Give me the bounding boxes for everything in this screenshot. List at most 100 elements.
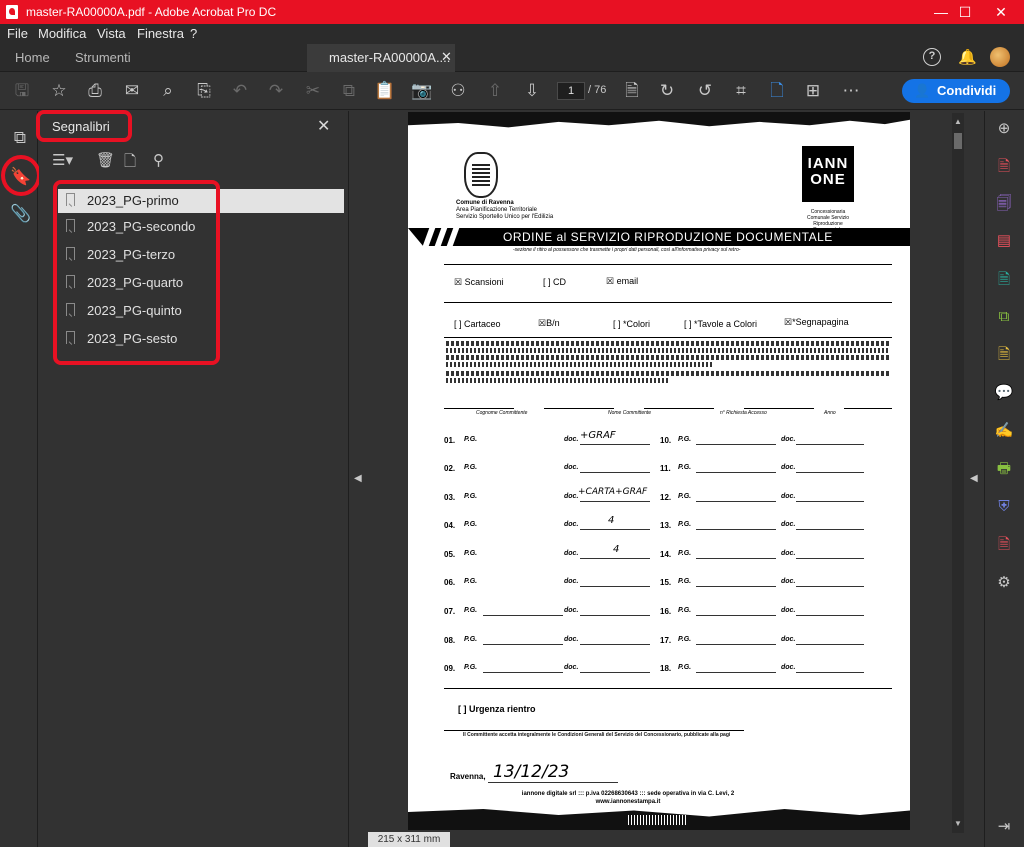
collapse-right-panel-icon[interactable]: ◀ (970, 473, 978, 484)
export-pdf-icon[interactable]: 🗐 (994, 194, 1014, 214)
acrobat-app-icon (6, 5, 18, 19)
tools-settings-icon[interactable]: ⚙ (994, 573, 1014, 593)
city-crest-logo (464, 152, 498, 198)
pdf-page: Comune di Ravenna Area Pianificazione Te… (408, 112, 910, 830)
ravenna-label: Ravenna, (450, 772, 486, 781)
urgent-return-option: [ ] Urgenza rientro (458, 704, 536, 714)
save-icon[interactable]: 🖫 (11, 80, 33, 102)
create-pdf-icon[interactable]: 🗎 (994, 157, 1014, 177)
page-up-icon[interactable]: ⇧ (484, 80, 506, 102)
print-icon[interactable]: ⎙ (84, 80, 106, 102)
redo-icon[interactable]: ↷ (265, 80, 287, 102)
camera-icon[interactable]: 📷 (411, 80, 433, 102)
scroll-thumb[interactable] (954, 133, 962, 149)
tab-document-label: master-RA00000A.... (329, 50, 451, 65)
edit-pdf-icon[interactable]: 🗎 (994, 270, 1014, 290)
col-anno: Anno (824, 410, 836, 416)
collapse-left-panel-icon[interactable]: ◀ (354, 473, 362, 484)
acrobat-pdf-icon[interactable]: 🗎 (994, 535, 1014, 555)
bookmark-options-icon[interactable]: ☰▾ (52, 151, 73, 169)
menu-help[interactable]: ? (190, 26, 197, 41)
notification-bell-icon[interactable]: 🔔 (958, 48, 977, 66)
tab-bar: Home Strumenti master-RA00000A.... ✕ ? 🔔 (0, 44, 1024, 72)
print-production-icon[interactable]: 🖶 (994, 459, 1014, 479)
highlight-box-bookmark-list (53, 180, 220, 365)
combine-files-icon[interactable]: ⧉ (994, 307, 1014, 327)
fine-print (446, 341, 890, 383)
expand-rail-icon[interactable]: ⇥ (994, 817, 1014, 837)
option-segnapagina: ☒*Segnapagina (784, 317, 849, 327)
rotate-ccw-icon[interactable]: ↺ (694, 80, 716, 102)
menu-file[interactable]: File (7, 26, 28, 41)
protect-icon[interactable]: ⛨ (994, 497, 1014, 517)
crop-icon[interactable]: ⌗ (730, 80, 752, 102)
grid-view-icon[interactable]: ⊞ (802, 80, 824, 102)
highlight-circle-bookmark-icon (1, 155, 41, 196)
city-header: Comune di Ravenna Area Pianificazione Te… (456, 200, 554, 220)
option-colori: [ ] *Colori (613, 319, 651, 329)
rotate-cw-icon[interactable]: ↻ (656, 80, 678, 102)
menu-vista[interactable]: Vista (97, 26, 126, 41)
cut-icon[interactable]: ✂ (302, 80, 324, 102)
close-tab-icon[interactable]: ✕ (441, 49, 452, 65)
close-panel-icon[interactable]: ✕ (317, 116, 330, 136)
avatar[interactable] (990, 47, 1010, 67)
page-total: / 76 (588, 84, 607, 96)
tab-home[interactable]: Home (15, 50, 50, 65)
page-view-icon[interactable]: 🗋 (766, 80, 788, 102)
clipboard-icon[interactable]: 📋 (374, 80, 396, 102)
close-window-button[interactable]: ✕ (978, 0, 1024, 24)
scan-torn-edge (408, 112, 910, 128)
scroll-down-icon[interactable]: ▼ (954, 819, 962, 828)
delete-bookmark-icon[interactable]: 🗑 (96, 151, 115, 169)
right-tools-rail (984, 111, 1024, 847)
toolbar: 🖫 ☆ ⎙ ✉ ⌕ ⎘ ↶ ↷ ✂ ⧉ 📋 📷 ⚇ ⇧ ⇩ 🗎 ↻ ↺ ⌗ 🗋 … (0, 72, 1024, 110)
menu-bar: File Modifica Vista Finestra ? (0, 24, 1024, 44)
help-icon[interactable]: ? (923, 48, 941, 66)
option-scan: ☒ Scansioni (454, 277, 504, 287)
bookmark-from-structure-icon[interactable]: ⚲ (153, 151, 164, 169)
attachments-icon[interactable]: 📎 (10, 204, 31, 224)
undo-icon[interactable]: ↶ (229, 80, 251, 102)
option-bn: ☒B/n (538, 318, 560, 328)
page-dimensions: 215 x 311 mm (368, 832, 450, 847)
window-title: master-RA00000A.pdf - Adobe Acrobat Pro … (26, 5, 277, 19)
zoom-search-icon[interactable]: ⌕ (157, 80, 179, 102)
binoculars-icon[interactable]: ⚇ (447, 80, 469, 102)
option-tavole: [ ] *Tavole a Colori (684, 319, 758, 329)
scroll-up-icon[interactable]: ▲ (954, 117, 962, 126)
col-cognome: Cognome Committente (476, 410, 528, 416)
handwritten-date: 13/12/23 (493, 762, 570, 782)
col-nome: Nome Committente (608, 410, 652, 416)
more-icon[interactable]: ⋯ (840, 80, 862, 102)
document-subtitle: -sezione il ritiro al possessore che tra… (513, 247, 741, 253)
protect-document-icon[interactable]: ⎘ (193, 80, 215, 102)
add-user-icon: 👤 (914, 83, 931, 98)
menu-modifica[interactable]: Modifica (38, 26, 86, 41)
fill-sign-icon[interactable]: ✍ (994, 421, 1014, 441)
scan-ocr-icon[interactable]: 🗎 (994, 345, 1014, 365)
star-icon[interactable]: ☆ (48, 80, 70, 102)
page-thumbnails-icon[interactable]: ⧉ (10, 128, 30, 148)
zoom-icon[interactable]: ⊕ (994, 119, 1014, 139)
mail-icon[interactable]: ✉ (121, 80, 143, 102)
terms-note: Il Committente accetta integralmente le … (463, 732, 731, 738)
organize-pages-icon[interactable]: ▤ (994, 231, 1014, 251)
comment-icon[interactable]: 💬 (994, 383, 1014, 403)
copy-icon[interactable]: ⧉ (338, 80, 360, 102)
new-bookmark-icon[interactable]: 🗋 (124, 151, 136, 176)
option-cd: [ ] CD (543, 277, 567, 287)
title-bar: master-RA00000A.pdf - Adobe Acrobat Pro … (0, 0, 1024, 24)
page-number-input[interactable]: 1 (557, 82, 585, 100)
tab-document[interactable]: master-RA00000A.... ✕ (307, 44, 455, 72)
document-title: ORDINE al SERVIZIO RIPRODUZIONE DOCUMENT… (503, 230, 833, 244)
col-richiesta: n° Richiesta Accesso (720, 410, 767, 416)
footer-company: iannone digitale srl ::: p.iva 022686306… (521, 791, 735, 797)
page-down-icon[interactable]: ⇩ (521, 80, 543, 102)
share-button[interactable]: 👤 Condividi (902, 79, 1010, 103)
file-icon[interactable]: 🗎 (621, 80, 643, 102)
menu-finestra[interactable]: Finestra (137, 26, 184, 41)
option-cartaceo: [ ] Cartaceo (454, 319, 501, 329)
vertical-scrollbar[interactable]: ▲ ▼ (952, 113, 964, 833)
tab-tools[interactable]: Strumenti (75, 50, 131, 65)
